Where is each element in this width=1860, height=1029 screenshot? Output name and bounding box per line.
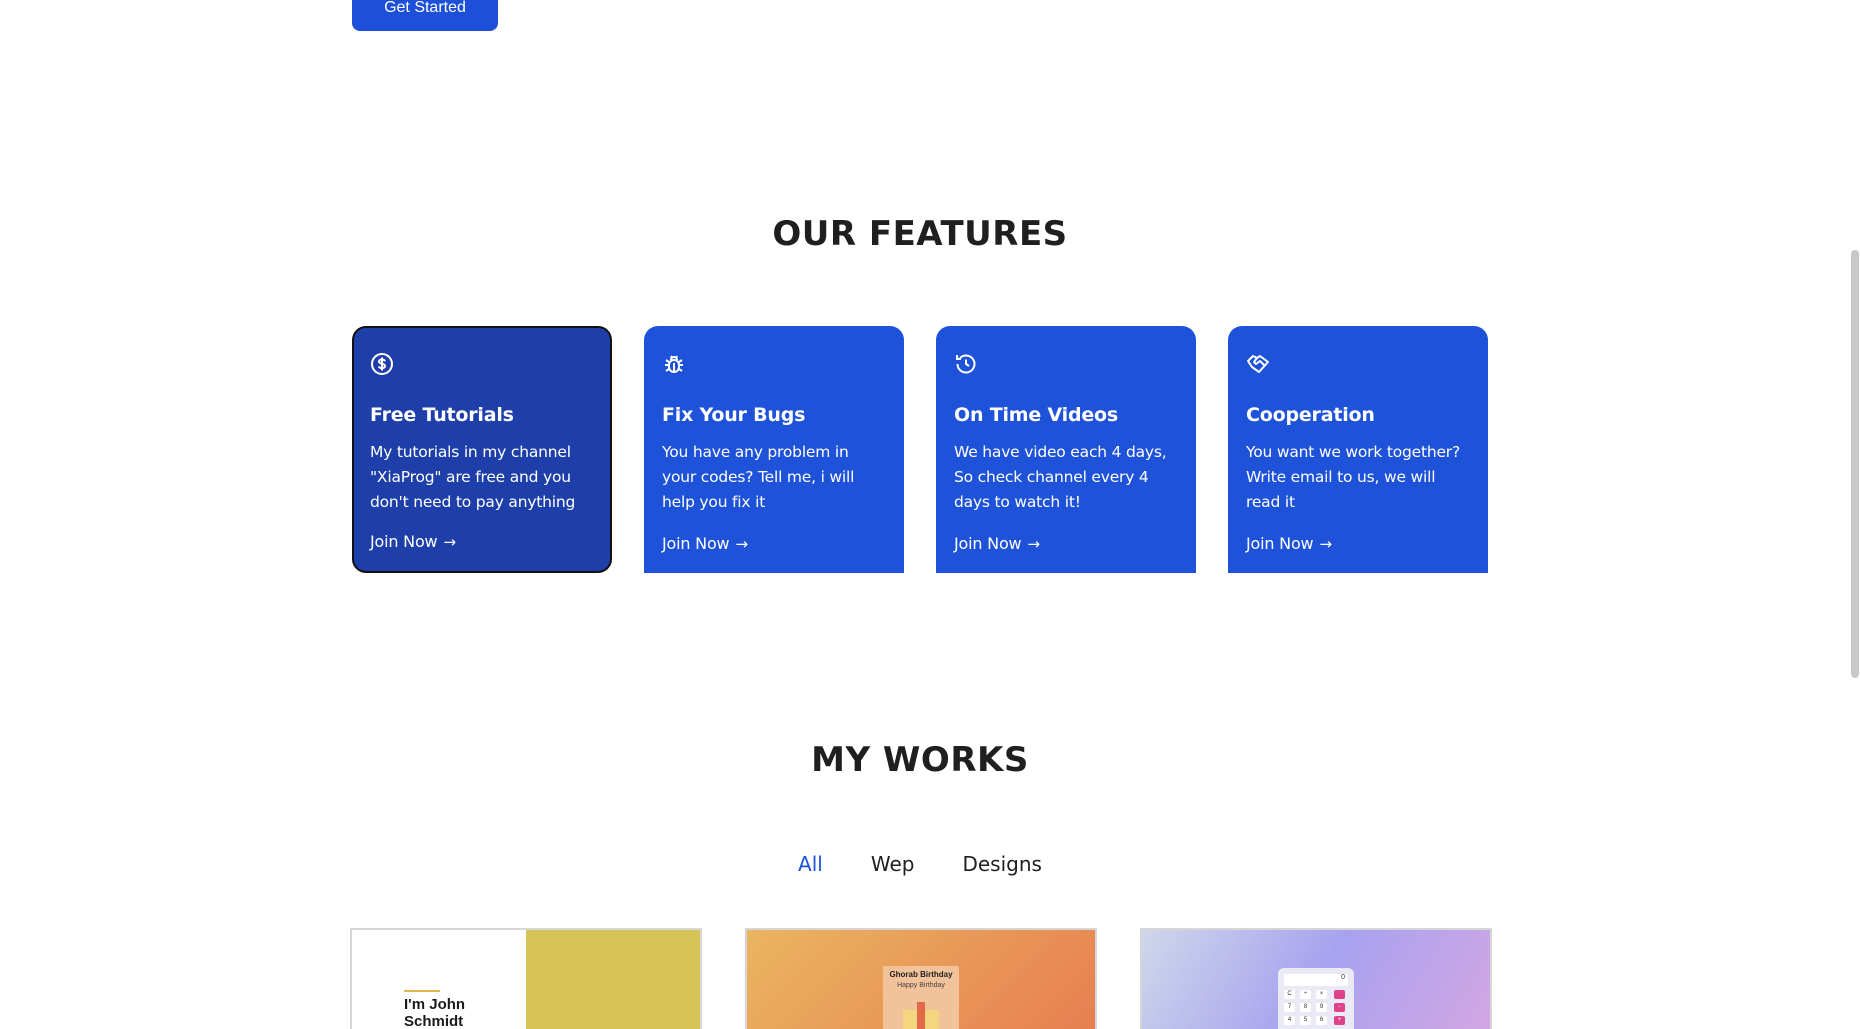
feature-card-fix-your-bugs[interactable]: Fix Your Bugs You have any problem in yo… — [644, 326, 904, 573]
calc-key: 4 — [1284, 1016, 1295, 1025]
feature-card-free-tutorials[interactable]: Free Tutorials My tutorials in my channe… — [352, 326, 612, 573]
join-now-link[interactable]: Join Now → — [954, 534, 1040, 553]
arrow-right-icon: → — [735, 534, 748, 553]
features-cards: Free Tutorials My tutorials in my channe… — [352, 326, 1489, 573]
join-now-link[interactable]: Join Now → — [1246, 534, 1332, 553]
join-now-link[interactable]: Join Now → — [370, 532, 456, 551]
calc-key: 9 — [1316, 1003, 1327, 1012]
join-now-link[interactable]: Join Now → — [662, 534, 748, 553]
work-item-calculator[interactable]: 0 C ÷ × 7 8 9 - 4 5 6 + — [1140, 928, 1492, 1029]
join-now-label: Join Now — [1246, 534, 1314, 553]
feature-card-on-time-videos[interactable]: On Time Videos We have video each 4 days… — [936, 326, 1196, 573]
feature-card-cooperation[interactable]: Cooperation You want we work together? W… — [1228, 326, 1488, 573]
calc-key: ÷ — [1300, 990, 1311, 999]
feature-card-title: Cooperation — [1246, 404, 1375, 426]
calc-key: - — [1334, 1003, 1345, 1012]
portfolio-accent-line — [404, 990, 440, 992]
feature-card-text: My tutorials in my channel "XiaProg" are… — [370, 443, 576, 511]
calc-key: 7 — [1284, 1003, 1295, 1012]
filter-designs[interactable]: Designs — [962, 852, 1041, 876]
works-filters: All Wep Designs — [0, 852, 1840, 876]
calc-key: C — [1284, 990, 1295, 999]
calc-key — [1334, 990, 1345, 999]
feature-card-text: We have video each 4 days, So check chan… — [954, 443, 1167, 511]
portfolio-name: I'm John Schmidt — [404, 996, 465, 1029]
join-now-label: Join Now — [662, 534, 730, 553]
birthday-card-preview: Ghorab Birthday Happy Birthday — [883, 966, 959, 1029]
birthday-card-subtitle: Happy Birthday — [897, 982, 945, 989]
bug-icon — [662, 352, 886, 376]
feature-card-text: You have any problem in your codes? Tell… — [662, 443, 855, 511]
dollar-circle-icon — [370, 352, 594, 376]
works-gallery: I'm John Schmidt Ghorab Birthday Happy B… — [350, 928, 1492, 1029]
calc-key: × — [1316, 990, 1327, 999]
calc-key: 5 — [1300, 1016, 1311, 1025]
filter-all[interactable]: All — [798, 852, 823, 876]
page: Get Started OUR FEATURES Free Tutorials … — [0, 0, 1860, 1029]
arrow-right-icon: → — [1027, 534, 1040, 553]
calc-key: 8 — [1300, 1003, 1311, 1012]
calculator-display: 0 — [1284, 974, 1348, 986]
join-now-label: Join Now — [370, 532, 438, 551]
features-title: OUR FEATURES — [772, 214, 1068, 254]
gift-ribbon — [917, 1002, 925, 1029]
arrow-right-icon: → — [443, 532, 456, 551]
feature-card-title: Fix Your Bugs — [662, 404, 806, 426]
portfolio-name-line2: Schmidt — [404, 1013, 464, 1029]
filter-wep[interactable]: Wep — [871, 852, 915, 876]
history-icon — [954, 352, 1178, 376]
scrollbar-thumb[interactable] — [1851, 250, 1859, 678]
birthday-card-title: Ghorab Birthday — [889, 970, 953, 979]
works-title: MY WORKS — [811, 740, 1029, 780]
join-now-label: Join Now — [954, 534, 1022, 553]
get-started-button[interactable]: Get Started — [352, 0, 498, 31]
calculator-preview: 0 C ÷ × 7 8 9 - 4 5 6 + — [1278, 968, 1354, 1029]
work-item-birthday[interactable]: Ghorab Birthday Happy Birthday — [745, 928, 1097, 1029]
portfolio-thumbnail-panel — [526, 930, 700, 1029]
handshake-icon — [1246, 352, 1470, 376]
calc-key: + — [1334, 1016, 1345, 1025]
work-item-portfolio[interactable]: I'm John Schmidt — [350, 928, 702, 1029]
arrow-right-icon: → — [1319, 534, 1332, 553]
calc-key: 6 — [1316, 1016, 1327, 1025]
portfolio-name-line1: I'm John — [404, 996, 466, 1013]
feature-card-title: Free Tutorials — [370, 404, 514, 426]
feature-card-title: On Time Videos — [954, 404, 1118, 426]
feature-card-text: You want we work together? Write email t… — [1246, 443, 1460, 511]
